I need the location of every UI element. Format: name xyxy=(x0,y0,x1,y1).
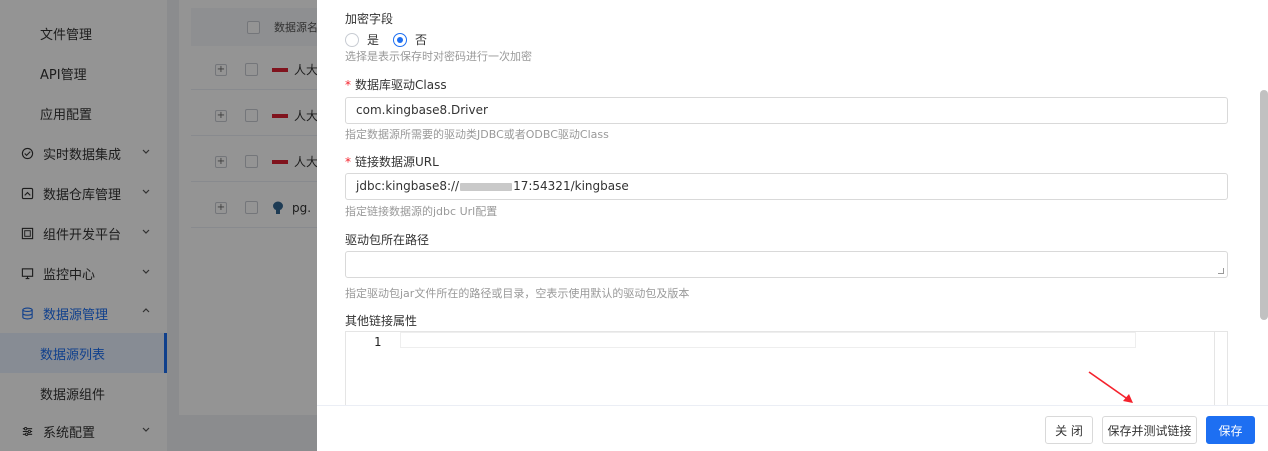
driver-class-label-text: 数据库驱动Class xyxy=(355,78,447,92)
encrypt-radio-group: 是 否 xyxy=(345,31,441,48)
modal-overlay[interactable] xyxy=(0,0,317,451)
driver-path-hint: 指定驱动包jar文件所在的路径或目录，空表示使用默认的驱动包及版本 xyxy=(345,287,690,300)
drawer-footer: 关 闭 保存并测试链接 保存 xyxy=(317,405,1268,451)
encrypt-no-label[interactable]: 否 xyxy=(415,31,427,48)
url-hint: 指定链接数据源的jdbc Url配置 xyxy=(345,205,498,218)
encrypt-hint: 选择是表示保存时对密码进行一次加密 xyxy=(345,50,532,63)
editor-gutter xyxy=(346,332,400,410)
resize-grip-icon[interactable] xyxy=(1218,268,1224,274)
other-props-label: 其他链接属性 xyxy=(345,314,418,328)
drawer-scrollbar[interactable] xyxy=(1260,90,1268,320)
driver-class-hint: 指定数据源所需要的驱动类JDBC或者ODBC驱动Class xyxy=(345,128,609,141)
current-line[interactable] xyxy=(400,332,1136,348)
save-and-test-button[interactable]: 保存并测试链接 xyxy=(1102,416,1197,444)
url-input[interactable]: jdbc:kingbase8:// 17:54321/kingbase xyxy=(345,173,1228,200)
line-number: 1 xyxy=(374,335,382,349)
url-label: * 链接数据源URL xyxy=(345,153,439,170)
driver-path-textarea[interactable] xyxy=(345,251,1228,278)
editor-ruler xyxy=(1214,332,1215,410)
redacted-ip-mask xyxy=(460,182,513,191)
url-label-text: 链接数据源URL xyxy=(355,155,439,169)
encrypt-no-radio[interactable] xyxy=(393,32,408,47)
encrypt-yes-label[interactable]: 是 xyxy=(367,31,379,48)
url-prefix: jdbc:kingbase8:// xyxy=(356,179,460,193)
annotation-arrow-icon xyxy=(1088,371,1133,403)
required-mark: * xyxy=(345,78,351,92)
driver-class-label: * 数据库驱动Class xyxy=(345,76,447,93)
encrypt-field-label: 加密字段 xyxy=(345,12,394,26)
driver-class-input[interactable]: com.kingbase8.Driver xyxy=(345,97,1228,124)
url-suffix: 17:54321/kingbase xyxy=(513,179,629,193)
driver-path-label: 驱动包所在路径 xyxy=(345,233,430,247)
encrypt-yes-radio[interactable] xyxy=(345,32,359,47)
save-button[interactable]: 保存 xyxy=(1206,416,1255,444)
required-mark: * xyxy=(345,155,351,169)
datasource-edit-drawer: 加密字段 是 否 选择是表示保存时对密码进行一次加密 * 数据库驱动Class c… xyxy=(317,0,1268,451)
close-button[interactable]: 关 闭 xyxy=(1045,416,1093,444)
